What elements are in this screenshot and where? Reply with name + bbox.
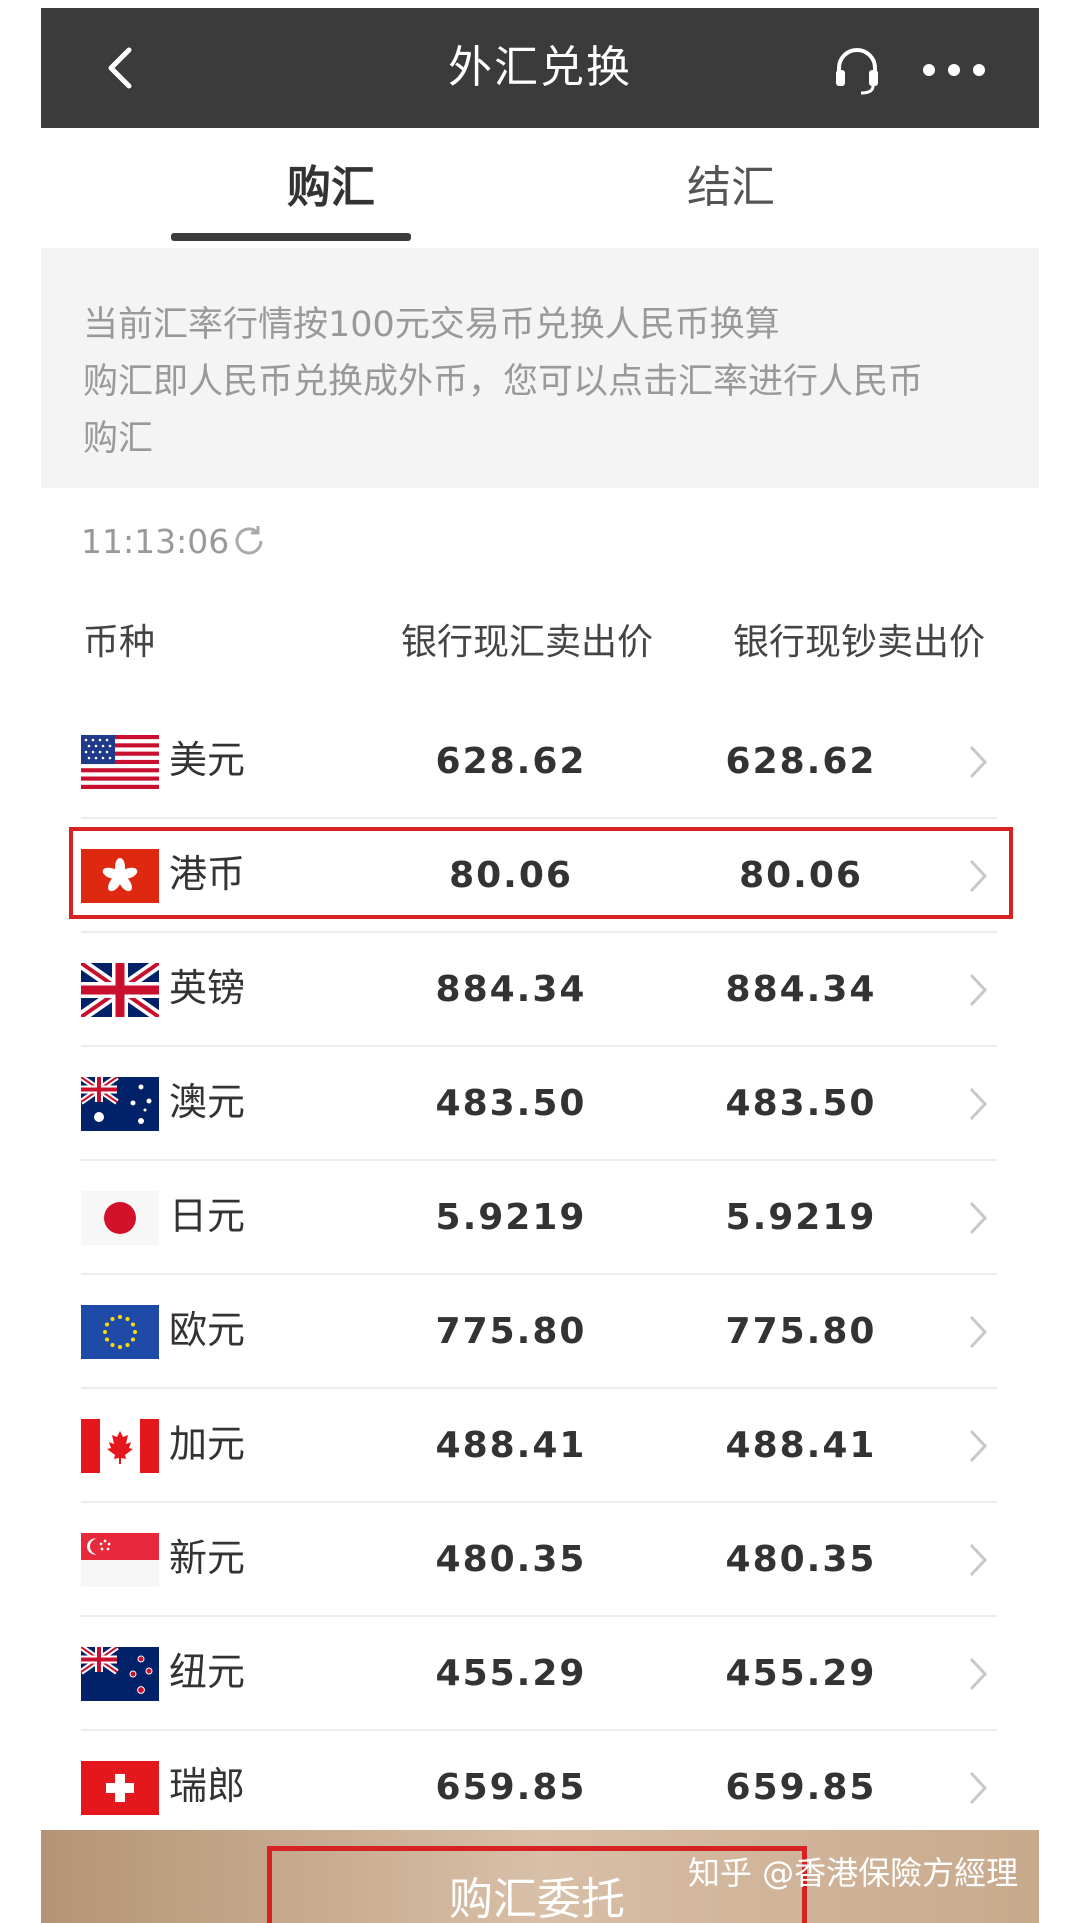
chevron-right-icon xyxy=(969,973,988,1007)
chevron-right-icon xyxy=(969,859,988,893)
currency-name: 瑞郎 xyxy=(169,1764,246,1808)
col-header-spot-sell: 银行现汇卖出价 xyxy=(401,622,654,663)
watermark-text: 知乎 @香港保險方經理 xyxy=(688,1854,1019,1892)
app-screen: 外汇兑换 购汇 结汇 当前汇率行情按100元交易币兑换人民币换算 购汇即人民币兑… xyxy=(41,8,1039,1923)
tab-sell-fx[interactable]: 结汇 xyxy=(581,158,881,218)
spot-sell-price: 884.34 xyxy=(435,969,587,1010)
cash-sell-price: 5.9219 xyxy=(725,1197,877,1238)
refresh-icon[interactable] xyxy=(231,523,267,559)
update-time: 11:13:06 xyxy=(81,522,230,561)
currency-name: 新元 xyxy=(169,1536,246,1580)
chevron-right-icon xyxy=(969,1315,988,1349)
table-row-hkd[interactable]: 港币 80.06 80.06 xyxy=(81,819,997,933)
tab-bar: 购汇 结汇 xyxy=(41,128,1039,248)
currency-name: 美元 xyxy=(169,738,246,782)
chevron-right-icon xyxy=(969,1201,988,1235)
notice-panel: 当前汇率行情按100元交易币兑换人民币换算 购汇即人民币兑换成外币，您可以点击汇… xyxy=(41,248,1039,488)
spot-sell-price: 659.85 xyxy=(435,1767,587,1808)
spot-sell-price: 775.80 xyxy=(435,1311,587,1352)
spot-sell-price: 5.9219 xyxy=(435,1197,587,1238)
cash-sell-price: 884.34 xyxy=(725,969,877,1010)
sg-flag-icon xyxy=(81,1533,159,1587)
au-flag-icon xyxy=(81,1077,159,1131)
notice-line-3: 购汇 xyxy=(83,419,154,459)
table-row-sgd[interactable]: 新元 480.35 480.35 xyxy=(81,1503,997,1617)
tab-buy-fx[interactable]: 购汇 xyxy=(181,158,481,218)
nz-flag-icon xyxy=(81,1647,159,1701)
ca-flag-icon xyxy=(81,1419,159,1473)
table-row-cad[interactable]: 加元 488.41 488.41 xyxy=(81,1389,997,1503)
table-row-nzd[interactable]: 纽元 455.29 455.29 xyxy=(81,1617,997,1731)
currency-name: 日元 xyxy=(169,1194,246,1238)
cash-sell-price: 80.06 xyxy=(739,855,863,896)
chevron-right-icon xyxy=(969,1657,988,1691)
table-row-jpy[interactable]: 日元 5.9219 5.9219 xyxy=(81,1161,997,1275)
currency-name: 加元 xyxy=(169,1422,246,1466)
chevron-right-icon xyxy=(969,1087,988,1121)
notice-line-1: 当前汇率行情按100元交易币兑换人民币换算 xyxy=(83,305,780,345)
more-icon[interactable] xyxy=(919,58,989,82)
col-header-currency: 币种 xyxy=(83,622,156,663)
table-row-eur[interactable]: 欧元 775.80 775.80 xyxy=(81,1275,997,1389)
jp-flag-icon xyxy=(81,1191,159,1245)
table-row-aud[interactable]: 澳元 483.50 483.50 xyxy=(81,1047,997,1161)
currency-name: 澳元 xyxy=(169,1080,246,1124)
us-flag-icon xyxy=(81,735,159,789)
cash-sell-price: 628.62 xyxy=(725,741,877,782)
cash-sell-price: 488.41 xyxy=(725,1425,877,1466)
headset-icon[interactable] xyxy=(831,44,883,96)
spot-sell-price: 455.29 xyxy=(435,1653,587,1694)
notice-line-2: 购汇即人民币兑换成外币，您可以点击汇率进行人民币 xyxy=(83,362,924,402)
cash-sell-price: 455.29 xyxy=(725,1653,877,1694)
cash-sell-price: 659.85 xyxy=(725,1767,877,1808)
uk-flag-icon xyxy=(81,963,159,1017)
ch-flag-icon xyxy=(81,1761,159,1815)
spot-sell-price: 80.06 xyxy=(449,855,573,896)
page-title: 外汇兑换 xyxy=(448,42,632,93)
spot-sell-price: 480.35 xyxy=(435,1539,587,1580)
chevron-right-icon xyxy=(969,1543,988,1577)
chevron-right-icon xyxy=(969,745,988,779)
table-row-gbp[interactable]: 英镑 884.34 884.34 xyxy=(81,933,997,1047)
nav-bar: 外汇兑换 xyxy=(41,8,1039,128)
cash-sell-price: 775.80 xyxy=(725,1311,877,1352)
spot-sell-price: 488.41 xyxy=(435,1425,587,1466)
table-row-chf[interactable]: 瑞郎 659.85 659.85 xyxy=(81,1731,997,1845)
cash-sell-price: 480.35 xyxy=(725,1539,877,1580)
active-tab-indicator xyxy=(171,233,411,241)
col-header-cash-sell: 银行现钞卖出价 xyxy=(733,622,986,663)
chevron-right-icon xyxy=(969,1429,988,1463)
hk-flag-icon xyxy=(81,849,159,903)
currency-name: 纽元 xyxy=(169,1650,246,1694)
chevron-right-icon xyxy=(969,1771,988,1805)
spot-sell-price: 628.62 xyxy=(435,741,587,782)
currency-name: 欧元 xyxy=(169,1308,246,1352)
spot-sell-price: 483.50 xyxy=(435,1083,587,1124)
eu-flag-icon xyxy=(81,1305,159,1359)
currency-name: 英镑 xyxy=(169,966,246,1010)
currency-name: 港币 xyxy=(169,852,246,896)
table-row-usd[interactable]: 美元 628.62 628.62 xyxy=(81,705,997,819)
cash-sell-price: 483.50 xyxy=(725,1083,877,1124)
